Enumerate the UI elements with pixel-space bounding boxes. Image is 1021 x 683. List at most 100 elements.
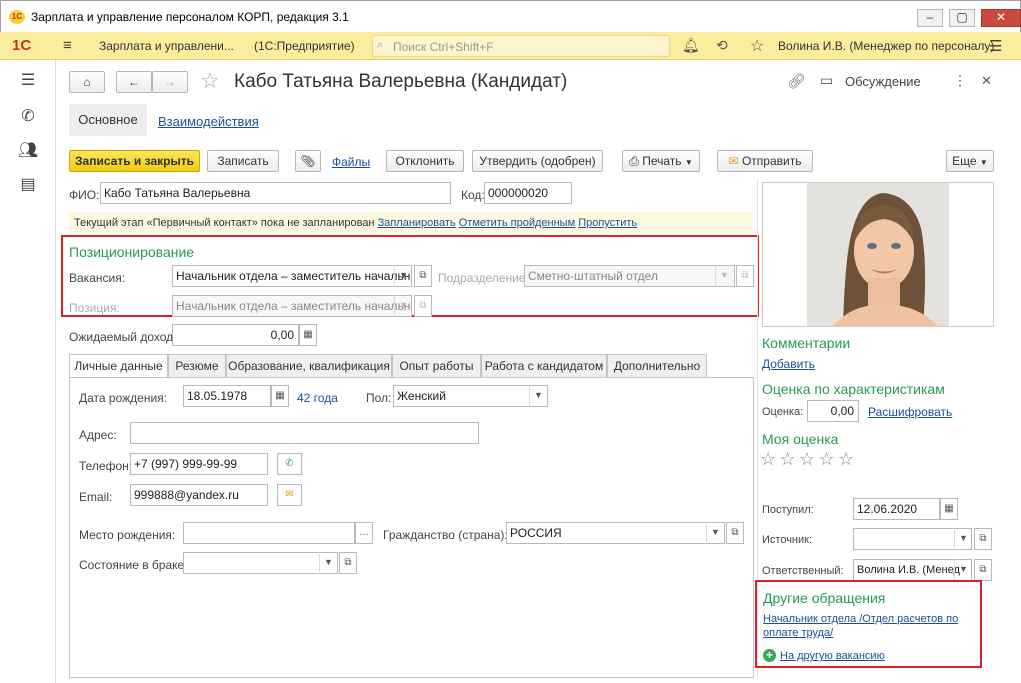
other-request-link[interactable]: Начальник отдела /Отдел расчетов по опла…	[763, 612, 975, 640]
address-field[interactable]	[130, 422, 479, 444]
birthplace-field[interactable]	[183, 522, 355, 544]
call-button[interactable]: ✆	[277, 453, 302, 475]
code-field[interactable]: 000000020	[484, 182, 572, 204]
vacancy-open-button[interactable]: ⧉	[414, 265, 432, 287]
vacancy-dropdown[interactable]: ▼	[394, 265, 412, 287]
close-form-icon[interactable]: ✕	[981, 73, 992, 89]
code-label: Код:	[461, 188, 485, 202]
citizenship-dropdown[interactable]: ▼	[706, 522, 724, 544]
tab-interactions[interactable]: Взаимодействия	[158, 114, 259, 129]
position-field[interactable]: Начальник отдела – заместитель начальни	[172, 295, 412, 317]
marital-open-button[interactable]: ⧉	[339, 552, 357, 574]
tab-experience[interactable]: Опыт работы	[392, 354, 481, 378]
search-input[interactable]: ⌕ Поиск Ctrl+Shift+F	[372, 35, 670, 57]
add-circle-icon[interactable]: +	[763, 649, 776, 662]
bell-icon[interactable]: 🔔︎	[682, 37, 700, 54]
vacancy-field[interactable]: Начальник отдела – заместитель начальни	[172, 265, 412, 287]
birth-calendar-button[interactable]: ▦	[271, 385, 289, 407]
more-vertical-icon[interactable]: ⋮	[953, 72, 967, 89]
reject-button[interactable]: Отклонить	[386, 150, 464, 172]
add-comment-link[interactable]: Добавить	[762, 357, 815, 371]
star-icon[interactable]: ☆	[760, 449, 776, 469]
id-card-icon[interactable]: ▤	[16, 174, 40, 194]
menu-icon[interactable]: ≡	[63, 37, 72, 54]
decode-rating-link[interactable]: Расшифровать	[868, 405, 952, 419]
star-icon[interactable]: ☆	[779, 449, 795, 469]
birthplace-select-button[interactable]: …	[355, 522, 373, 544]
tab-personal[interactable]: Личные данные	[69, 354, 168, 378]
tab-education[interactable]: Образование, квалификация	[226, 354, 392, 378]
favorites-star-icon[interactable]: ☆	[750, 36, 764, 56]
open-icon: ⧉	[731, 527, 739, 538]
more-button[interactable]: Еще ▼	[946, 150, 994, 172]
users-icon[interactable]: 👥︎	[16, 140, 40, 160]
schedule-link[interactable]: Запланировать	[378, 217, 456, 229]
forward-button[interactable]: →	[152, 71, 188, 93]
email-label: Email:	[79, 490, 113, 504]
responsible-open-button[interactable]: ⧉	[974, 559, 992, 581]
minimize-button[interactable]: –	[917, 9, 943, 27]
skip-link[interactable]: Пропустить	[578, 217, 637, 229]
settings-menu-icon[interactable]: ☰	[989, 37, 1002, 55]
birth-field[interactable]: 18.05.1978	[183, 385, 271, 407]
responsible-dropdown[interactable]: ▼	[954, 559, 972, 581]
star-icon[interactable]: ☆	[799, 449, 815, 469]
star-icon[interactable]: ☆	[838, 449, 854, 469]
link-icon[interactable]: 🔗︎	[787, 72, 806, 90]
close-window-button[interactable]: ✕	[981, 9, 1021, 27]
home-button[interactable]: ⌂	[69, 71, 105, 93]
star-icon[interactable]: ☆	[818, 449, 834, 469]
paperclip-icon: 📎︎	[300, 154, 316, 168]
calculator-button[interactable]: ▦	[299, 324, 317, 346]
received-field[interactable]: 12.06.2020	[853, 498, 940, 520]
tab-main[interactable]: Основное	[69, 104, 147, 136]
tab-resume[interactable]: Резюме	[168, 354, 226, 378]
citizenship-open-button[interactable]: ⧉	[726, 522, 744, 544]
star-rating: ☆ ☆ ☆ ☆ ☆	[760, 449, 854, 470]
print-button[interactable]: ⎙ Печать ▼	[622, 150, 700, 172]
income-field[interactable]: 0,00	[172, 324, 299, 346]
phone-field[interactable]: +7 (997) 999-99-99	[130, 453, 268, 475]
source-open-button[interactable]: ⧉	[974, 528, 992, 550]
email-send-button[interactable]: ✉	[277, 484, 302, 506]
favorite-star-icon[interactable]: ☆	[200, 68, 220, 94]
search-placeholder: Поиск Ctrl+Shift+F	[393, 40, 494, 54]
discussion-icon[interactable]: ▭	[820, 72, 833, 89]
approve-button[interactable]: Утвердить (одобрен)	[472, 150, 603, 172]
send-button[interactable]: ✉ Отправить	[717, 150, 813, 172]
files-link[interactable]: Файлы	[332, 155, 370, 169]
source-dropdown[interactable]: ▼	[954, 528, 972, 550]
back-button[interactable]: ←	[116, 71, 152, 93]
position-open-button[interactable]: ⧉	[414, 295, 432, 317]
sex-field[interactable]: Женский	[393, 385, 548, 407]
mark-passed-link[interactable]: Отметить пройденным	[459, 217, 575, 229]
phone-icon[interactable]: ✆	[16, 106, 40, 126]
citizenship-field[interactable]: РОССИЯ	[506, 522, 725, 544]
history-icon[interactable]: ⟲	[716, 37, 728, 54]
save-button[interactable]: Записать	[207, 150, 279, 172]
division-open-button[interactable]: ⧉	[736, 265, 754, 287]
division-label: Подразделение:	[438, 271, 529, 285]
received-calendar-button[interactable]: ▦	[940, 498, 958, 520]
logo-1c: 1С	[12, 37, 32, 54]
fio-field[interactable]: Кабо Татьяна Валерьевна	[100, 182, 451, 204]
rating-field[interactable]: 0,00	[807, 400, 859, 422]
division-dropdown[interactable]: ▼	[715, 265, 733, 287]
division-field[interactable]: Сметно-штатный отдел	[524, 265, 735, 287]
sex-dropdown[interactable]: ▼	[529, 385, 547, 407]
position-dropdown[interactable]: ▼	[394, 295, 412, 317]
email-field[interactable]: 999888@yandex.ru	[130, 484, 268, 506]
chevron-down-icon: ▼	[711, 527, 720, 537]
tab-additional[interactable]: Дополнительно	[607, 354, 707, 378]
save-close-button[interactable]: Записать и закрыть	[69, 150, 200, 172]
sections-menu-icon[interactable]: ☰	[16, 70, 40, 90]
tab-candidate-work[interactable]: Работа с кандидатом	[481, 354, 607, 378]
phone-call-icon: ✆	[285, 458, 294, 469]
attach-button[interactable]: 📎︎	[295, 150, 321, 172]
current-user[interactable]: Волина И.В. (Менеджер по персоналу)	[778, 39, 994, 53]
maximize-button[interactable]: ▢	[949, 9, 975, 27]
discussion-button[interactable]: Обсуждение	[845, 74, 921, 89]
marital-dropdown[interactable]: ▼	[319, 552, 337, 574]
new-vacancy-link[interactable]: На другую вакансию	[780, 650, 885, 662]
marital-field[interactable]	[183, 552, 338, 574]
